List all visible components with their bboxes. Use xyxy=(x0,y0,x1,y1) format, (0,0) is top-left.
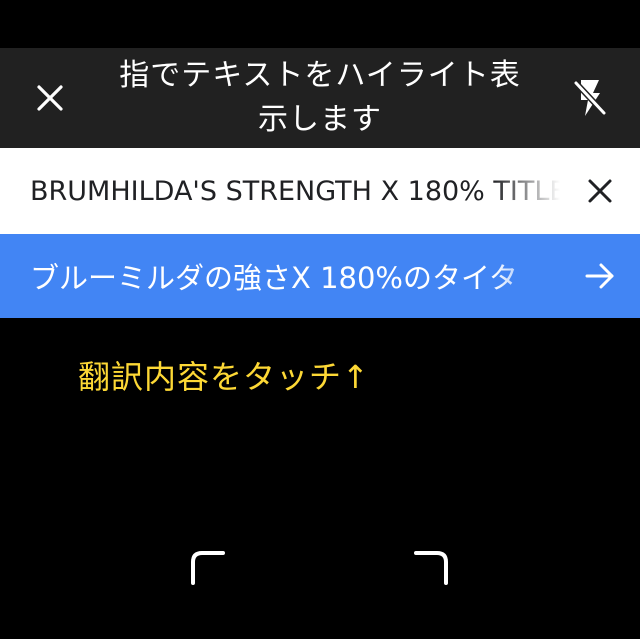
top-toolbar: 指でテキストをハイライト表示します xyxy=(0,48,640,148)
translation-row[interactable]: ブルーミルダの強さX 180%のタイタ xyxy=(0,234,640,318)
open-translation-button[interactable] xyxy=(560,233,640,319)
viewfinder-corner-left-icon xyxy=(191,551,225,585)
arrow-right-icon xyxy=(585,263,614,289)
translation-text[interactable]: ブルーミルダの強さX 180%のタイタ xyxy=(0,255,560,297)
viewfinder-corner-right-icon xyxy=(414,551,448,585)
camera-translate-screen: 指でテキストをハイライト表示します BRUMHILDA'S STRENGTH X… xyxy=(0,0,640,639)
close-button[interactable] xyxy=(0,48,100,148)
toolbar-title: 指でテキストをハイライト表示します xyxy=(119,58,521,137)
flash-off-icon xyxy=(573,80,607,116)
clear-source-button[interactable] xyxy=(560,148,640,234)
touch-hint-text: 翻訳内容をタッチ↑ xyxy=(78,358,370,396)
source-text-row[interactable]: BRUMHILDA'S STRENGTH X 180% TITLE xyxy=(0,148,640,234)
close-icon xyxy=(588,179,612,203)
close-icon xyxy=(37,85,63,111)
status-bar-area xyxy=(0,0,640,48)
flash-toggle-button[interactable] xyxy=(540,48,640,148)
source-text[interactable]: BRUMHILDA'S STRENGTH X 180% TITLE xyxy=(0,176,560,207)
